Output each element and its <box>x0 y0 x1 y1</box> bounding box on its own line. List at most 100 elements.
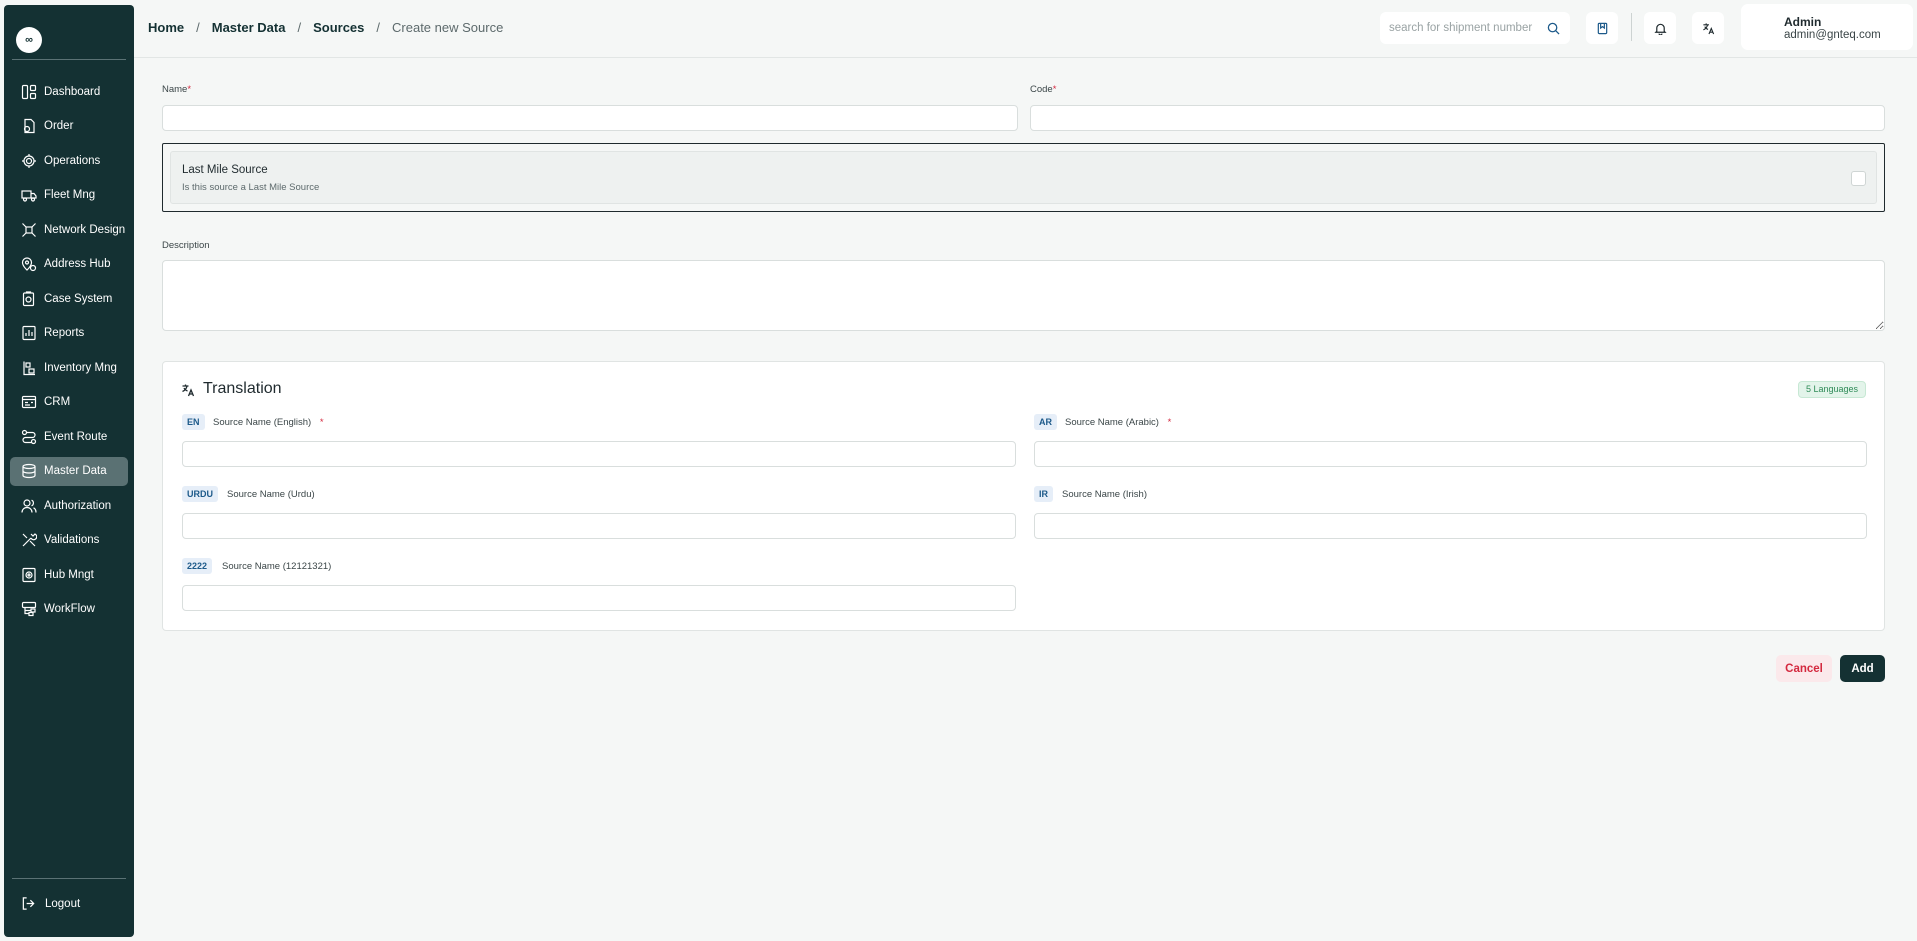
language-code-tag: URDU <box>182 486 218 502</box>
translation-panel: Translation 5 Languages EN Source Name (… <box>162 361 1885 631</box>
map-pin-icon <box>21 257 37 272</box>
crm-icon <box>21 395 37 409</box>
search-icon[interactable] <box>1547 22 1560 35</box>
breadcrumb-sources[interactable]: Sources <box>313 20 364 35</box>
app-logo[interactable]: ∞ <box>16 27 42 53</box>
sidebar-item-event-route[interactable]: Event Route <box>10 422 128 451</box>
sidebar-item-order[interactable]: Order <box>10 112 128 141</box>
sidebar-item-label: Network Design <box>44 223 126 236</box>
last-mile-checkbox[interactable] <box>1851 171 1866 186</box>
sidebar-item-label: Master Data <box>44 465 107 477</box>
shipment-search-box <box>1380 12 1570 44</box>
sidebar-item-label: Reports <box>44 327 85 339</box>
notifications-button[interactable] <box>1644 12 1676 44</box>
database-icon <box>22 463 36 479</box>
sidebar-item-master-data[interactable]: Master Data <box>10 456 128 486</box>
translate-icon <box>1702 22 1714 34</box>
breadcrumb: Home / Master Data / Sources / Create ne… <box>148 20 503 35</box>
source-name-irish-input[interactable] <box>1034 513 1867 539</box>
sidebar-item-label: Fleet Mng <box>44 189 96 201</box>
last-mile-title: Last Mile Source <box>182 164 268 176</box>
source-name-english-input[interactable] <box>182 441 1016 467</box>
workflow-icon <box>21 601 37 617</box>
search-input[interactable] <box>1389 22 1547 34</box>
logout-label: Logout <box>45 897 81 910</box>
top-header: Home / Master Data / Sources / Create ne… <box>134 0 1917 58</box>
logout-button[interactable]: Logout <box>21 896 80 911</box>
sidebar-item-authorization[interactable]: Authorization <box>10 491 128 520</box>
sidebar-item-address-hub[interactable]: Address Hub <box>10 250 128 279</box>
language-code-tag: 2222 <box>182 558 213 574</box>
sidebar-item-label: CRM <box>44 396 71 408</box>
sidebar-item-label: Event Route <box>44 430 108 443</box>
sidebar-item-label: Authorization <box>44 499 112 512</box>
language-button[interactable] <box>1692 12 1724 44</box>
header-divider <box>1631 13 1632 41</box>
add-button[interactable]: Add <box>1840 655 1885 682</box>
sidebar-item-reports[interactable]: Reports <box>10 319 128 348</box>
sidebar-item-label: Hub Mngt <box>44 568 94 581</box>
breadcrumb-home[interactable]: Home <box>148 20 184 35</box>
source-name-arabic-input[interactable] <box>1034 441 1867 467</box>
translation-field-label: Source Name (Urdu) <box>227 489 315 500</box>
translation-field-label: Source Name (Arabic) * <box>1065 417 1172 428</box>
sidebar-item-dashboard[interactable]: Dashboard <box>10 77 128 106</box>
last-mile-source-toggle[interactable]: Last Mile Source Is this source a Last M… <box>162 143 1885 212</box>
sidebar-item-fleet-mng[interactable]: Fleet Mng <box>10 181 128 210</box>
source-name-12121321-input[interactable] <box>182 585 1016 611</box>
source-name-urdu-input[interactable] <box>182 513 1016 539</box>
operations-icon <box>22 153 36 168</box>
required-mark: * <box>187 84 192 95</box>
sidebar-item-validations[interactable]: Validations <box>10 526 128 555</box>
required-mark: * <box>1052 84 1057 95</box>
breadcrumb-master-data[interactable]: Master Data <box>212 20 286 35</box>
language-code-tag: IR <box>1034 486 1053 502</box>
users-icon <box>21 498 37 513</box>
order-icon <box>23 118 35 134</box>
user-name: Admin <box>1784 15 1822 29</box>
sidebar-item-label: Operations <box>44 154 101 167</box>
case-icon <box>22 290 35 306</box>
hub-icon <box>22 567 36 582</box>
sidebar-item-hub-mngt[interactable]: Hub Mngt <box>10 560 128 589</box>
sidebar-nav: Dashboard Order Operations Fleet Mng Net… <box>10 77 128 629</box>
sidebar-item-network-design[interactable]: Network Design <box>10 215 128 244</box>
sidebar-item-operations[interactable]: Operations <box>10 146 128 175</box>
required-mark: * <box>1167 417 1172 428</box>
code-label: Code* <box>1030 84 1057 95</box>
report-icon <box>22 325 36 341</box>
breadcrumb-current: Create new Source <box>392 20 504 35</box>
sidebar-item-label: Validations <box>44 534 100 546</box>
translate-icon <box>182 384 195 397</box>
bookmark-button[interactable] <box>1586 12 1618 44</box>
translation-field-label: Source Name (Irish) <box>1062 489 1147 500</box>
code-input[interactable] <box>1030 105 1885 131</box>
sidebar-divider <box>12 59 126 60</box>
breadcrumb-separator: / <box>376 20 381 35</box>
sidebar-item-crm[interactable]: CRM <box>10 388 128 417</box>
sidebar: ∞ Dashboard Order Operations Fleet Mng N… <box>4 5 134 937</box>
sidebar-item-label: Dashboard <box>44 85 101 98</box>
network-icon <box>22 222 36 237</box>
user-profile-card[interactable]: Admin admin@gnteq.com <box>1741 4 1913 50</box>
description-textarea[interactable] <box>162 260 1885 331</box>
sidebar-item-label: Order <box>44 120 74 132</box>
truck-icon <box>21 190 37 202</box>
cancel-button[interactable]: Cancel <box>1776 655 1832 682</box>
user-email: admin@gnteq.com <box>1784 29 1881 41</box>
languages-count-badge: 5 Languages <box>1797 381 1866 398</box>
logout-icon <box>22 897 35 910</box>
name-label: Name* <box>162 84 192 95</box>
language-code-tag: AR <box>1034 414 1057 430</box>
dashboard-icon <box>21 84 37 99</box>
language-code-tag: EN <box>182 414 205 430</box>
sidebar-item-workflow[interactable]: WorkFlow <box>10 595 128 624</box>
last-mile-subtitle: Is this source a Last Mile Source <box>182 182 320 193</box>
sidebar-item-label: Address Hub <box>44 258 111 270</box>
sidebar-item-inventory-mng[interactable]: Inventory Mng <box>10 353 128 382</box>
name-input[interactable] <box>162 105 1018 131</box>
bookmark-icon <box>1597 22 1607 34</box>
last-mile-source-card: Last Mile Source Is this source a Last M… <box>170 151 1877 204</box>
sidebar-item-case-system[interactable]: Case System <box>10 284 128 313</box>
inventory-icon <box>23 361 35 375</box>
